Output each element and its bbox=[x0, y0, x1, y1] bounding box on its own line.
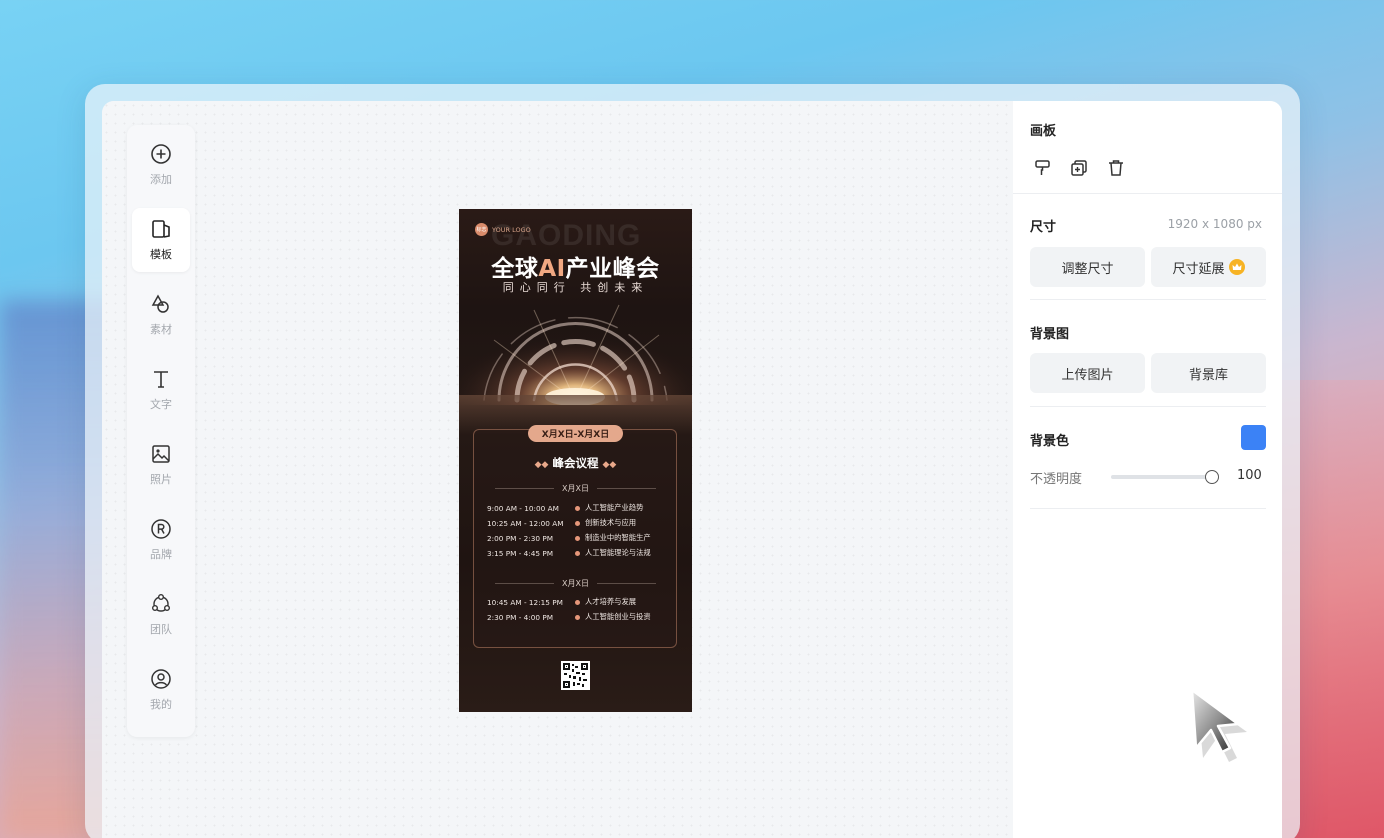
day-label: X月X日 bbox=[487, 577, 664, 589]
session-topic: 人工智能创业与投资 bbox=[585, 612, 651, 621]
canvas-area[interactable]: 添加 模板 素材 文字 照片 品牌 团队 我的 GAODING 标志 YOUR … bbox=[102, 101, 1013, 838]
divider bbox=[1030, 406, 1266, 407]
format-painter-icon[interactable] bbox=[1032, 157, 1054, 179]
upload-image-button-label: 上传图片 bbox=[1061, 367, 1114, 383]
opacity-slider-track[interactable] bbox=[1111, 475, 1212, 479]
duplicate-icon[interactable] bbox=[1068, 157, 1090, 179]
canvas-section-title: 画板 bbox=[1030, 124, 1057, 139]
poster-logo[interactable]: 标志 YOUR LOGO bbox=[475, 223, 531, 236]
session-time: 2:30 PM - 4:00 PM bbox=[487, 612, 554, 622]
agenda-title[interactable]: ◆◆ 峰会议程 ◆◆ bbox=[459, 455, 692, 471]
session-time: 3:15 PM - 4:45 PM bbox=[487, 548, 554, 558]
divider bbox=[1030, 508, 1266, 509]
agenda-row[interactable]: 10:45 AM - 12:15 PM 人才培养与发展 bbox=[487, 596, 677, 608]
agenda-row[interactable]: 10:25 AM - 12:00 AM 创新技术与应用 bbox=[487, 517, 677, 529]
canvas-size-value: 1920 x 1080 px bbox=[1167, 217, 1262, 231]
session-topic: 制造业中的智能生产 bbox=[585, 533, 651, 542]
session-time: 2:00 PM - 2:30 PM bbox=[487, 533, 554, 543]
opacity-value[interactable]: 100 bbox=[1237, 468, 1262, 483]
mouse-cursor-icon bbox=[1190, 688, 1247, 762]
session-topic: 人工智能产业趋势 bbox=[585, 503, 644, 512]
agenda-row[interactable]: 2:00 PM - 2:30 PM 制造业中的智能生产 bbox=[487, 532, 677, 544]
sidebar-item-mine[interactable]: 我的 bbox=[132, 658, 190, 722]
poster-design[interactable]: GAODING 标志 YOUR LOGO 全球AI产业峰会 同心同行 共创未来 bbox=[459, 209, 692, 712]
poster-hero-graphic bbox=[459, 295, 692, 405]
registered-icon bbox=[151, 519, 171, 539]
sidebar-item-brand[interactable]: 品牌 bbox=[132, 508, 190, 572]
bullet-icon bbox=[569, 535, 585, 541]
agenda-row[interactable]: 9:00 AM - 10:00 AM 人工智能产业趋势 bbox=[487, 502, 677, 514]
session-topic: 创新技术与应用 bbox=[585, 518, 637, 527]
sidebar-item-label: 我的 bbox=[150, 698, 172, 711]
session-topic: 人才培养与发展 bbox=[585, 597, 637, 606]
crown-icon bbox=[1228, 259, 1245, 275]
session-time: 9:00 AM - 10:00 AM bbox=[487, 503, 559, 513]
bullet-icon bbox=[569, 550, 585, 556]
sidebar-item-label: 团队 bbox=[150, 623, 172, 636]
qr-code-graphic bbox=[563, 663, 588, 688]
sidebar-item-label: 模板 bbox=[150, 248, 172, 261]
poster-title[interactable]: 全球AI产业峰会 bbox=[459, 249, 692, 283]
left-toolbar: 添加 模板 素材 文字 照片 品牌 团队 我的 bbox=[127, 125, 195, 737]
user-circle-icon bbox=[151, 669, 171, 689]
bullet-icon bbox=[569, 505, 585, 511]
poster-logo-badge: 标志 bbox=[475, 223, 488, 236]
sidebar-item-add[interactable]: 添加 bbox=[132, 133, 190, 197]
diamond-icon: ◆◆ bbox=[602, 460, 617, 470]
bg-image-section-title: 背景图 bbox=[1030, 327, 1070, 342]
text-icon bbox=[154, 371, 168, 388]
resize-button[interactable]: 调整尺寸 bbox=[1030, 247, 1145, 287]
extend-size-button[interactable]: 尺寸延展 bbox=[1151, 247, 1266, 287]
poster-logo-text: YOUR LOGO bbox=[492, 225, 531, 234]
sidebar-item-text[interactable]: 文字 bbox=[132, 358, 190, 422]
team-icon bbox=[152, 594, 170, 612]
opacity-slider-thumb[interactable] bbox=[1205, 470, 1219, 484]
plus-circle-icon bbox=[151, 144, 171, 164]
divider bbox=[1013, 193, 1282, 194]
agenda-row[interactable]: 3:15 PM - 4:45 PM 人工智能理论与法规 bbox=[487, 547, 677, 559]
qr-code[interactable] bbox=[561, 661, 590, 690]
divider bbox=[1030, 299, 1266, 300]
sidebar-item-label: 品牌 bbox=[150, 548, 172, 561]
image-icon bbox=[152, 445, 170, 463]
upload-image-button[interactable]: 上传图片 bbox=[1030, 353, 1145, 393]
sidebar-item-label: 照片 bbox=[150, 473, 172, 486]
shapes-icon bbox=[151, 294, 169, 313]
sidebar-item-team[interactable]: 团队 bbox=[132, 583, 190, 647]
resize-button-label: 调整尺寸 bbox=[1061, 261, 1114, 277]
size-section-title: 尺寸 bbox=[1030, 220, 1057, 235]
diamond-icon: ◆◆ bbox=[534, 460, 549, 470]
bg-color-section-title: 背景色 bbox=[1030, 434, 1070, 449]
date-range-pill[interactable]: X月X日-X月X日 bbox=[528, 425, 623, 442]
poster-subtitle[interactable]: 同心同行 共创未来 bbox=[459, 279, 692, 295]
opacity-label: 不透明度 bbox=[1030, 472, 1083, 487]
agenda-row[interactable]: 2:30 PM - 4:00 PM 人工智能创业与投资 bbox=[487, 611, 677, 623]
session-topic: 人工智能理论与法规 bbox=[585, 548, 651, 557]
delete-icon[interactable] bbox=[1105, 157, 1127, 179]
sidebar-item-label: 文字 bbox=[150, 398, 172, 411]
bg-library-button[interactable]: 背景库 bbox=[1151, 353, 1266, 393]
sidebar-item-label: 添加 bbox=[150, 173, 172, 186]
day-label: X月X日 bbox=[487, 482, 664, 494]
template-icon bbox=[152, 220, 170, 238]
bg-library-button-label: 背景库 bbox=[1188, 367, 1228, 383]
sidebar-item-photos[interactable]: 照片 bbox=[132, 433, 190, 497]
extend-size-button-label: 尺寸延展 bbox=[1172, 261, 1225, 277]
bg-color-swatch[interactable] bbox=[1241, 425, 1266, 450]
sidebar-item-materials[interactable]: 素材 bbox=[132, 283, 190, 347]
bullet-icon bbox=[569, 599, 585, 605]
session-time: 10:45 AM - 12:15 PM bbox=[487, 597, 563, 607]
editor-app: 添加 模板 素材 文字 照片 品牌 团队 我的 GAODING 标志 YOUR … bbox=[102, 101, 1282, 838]
bullet-icon bbox=[569, 520, 585, 526]
sidebar-item-template[interactable]: 模板 bbox=[132, 208, 190, 272]
bullet-icon bbox=[569, 614, 585, 620]
session-time: 10:25 AM - 12:00 AM bbox=[487, 518, 564, 528]
agenda-title-text: 峰会议程 bbox=[552, 456, 599, 470]
sidebar-item-label: 素材 bbox=[150, 323, 172, 336]
